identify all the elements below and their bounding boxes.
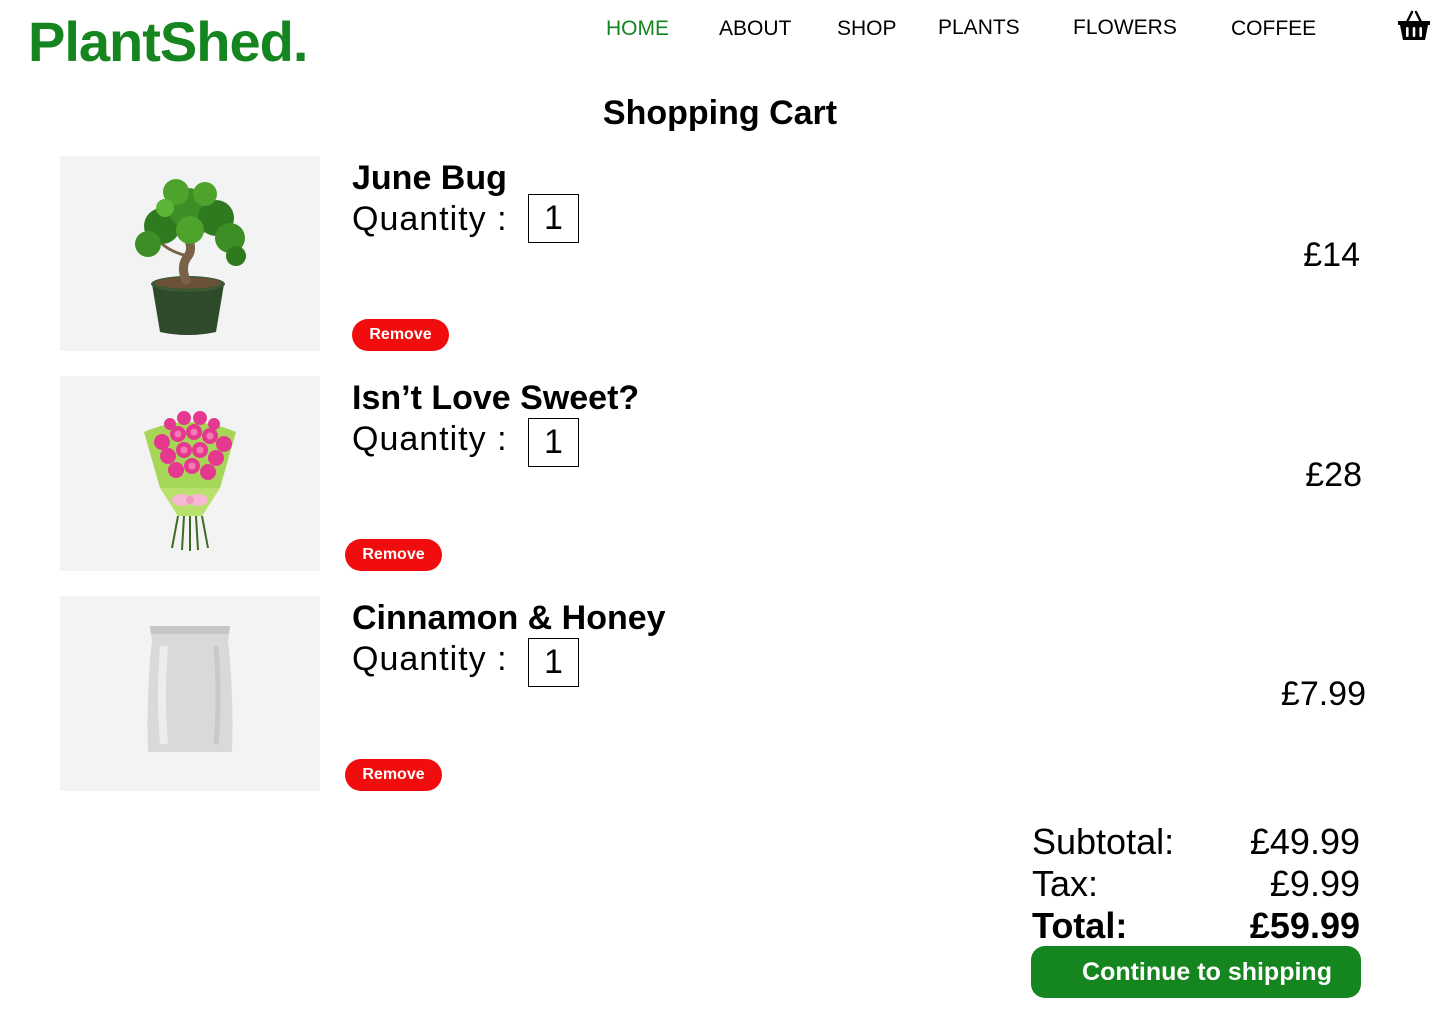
nav-about[interactable]: ABOUT — [719, 14, 791, 44]
continue-to-shipping-button[interactable]: Continue to shipping — [1031, 946, 1361, 998]
quantity-input[interactable] — [528, 638, 579, 687]
item-name: June Bug — [352, 159, 507, 197]
coffee-bag-image[interactable] — [60, 596, 320, 791]
item-name: Isn’t Love Sweet? — [352, 379, 640, 417]
quantity-label: Quantity : — [352, 640, 508, 678]
nav-coffee[interactable]: COFFEE — [1231, 14, 1316, 44]
subtotal-value: £49.99 — [1249, 821, 1360, 862]
quantity-label: Quantity : — [352, 420, 508, 458]
tax-label: Tax: — [1032, 863, 1099, 904]
quantity-input[interactable] — [528, 194, 579, 243]
tax-value: £9.99 — [1269, 863, 1360, 904]
nav-shop[interactable]: SHOP — [837, 14, 897, 44]
item-price: £14 — [1303, 236, 1360, 274]
pink-rose-bouquet-image[interactable] — [60, 376, 320, 571]
total-value: £59.99 — [1249, 905, 1360, 946]
nav-flowers[interactable]: FLOWERS — [1073, 13, 1177, 43]
brand-logo[interactable]: PlantShed. — [28, 10, 308, 74]
nav-home[interactable]: HOME — [606, 14, 669, 44]
item-name: Cinnamon & Honey — [352, 599, 666, 637]
page-title: Shopping Cart — [602, 94, 838, 132]
nav-plants[interactable]: PLANTS — [938, 13, 1020, 43]
subtotal-label: Subtotal: — [1032, 821, 1175, 862]
item-price: £7.99 — [1280, 675, 1366, 713]
remove-button[interactable]: Remove — [345, 539, 442, 571]
quantity-label: Quantity : — [352, 200, 508, 238]
remove-button[interactable]: Remove — [352, 319, 449, 351]
quantity-input[interactable] — [528, 418, 579, 467]
bonsai-tree-image[interactable] — [60, 156, 320, 351]
remove-button[interactable]: Remove — [345, 759, 442, 791]
item-price: £28 — [1305, 456, 1362, 494]
total-label: Total: — [1032, 905, 1128, 946]
basket-icon[interactable] — [1396, 8, 1432, 44]
